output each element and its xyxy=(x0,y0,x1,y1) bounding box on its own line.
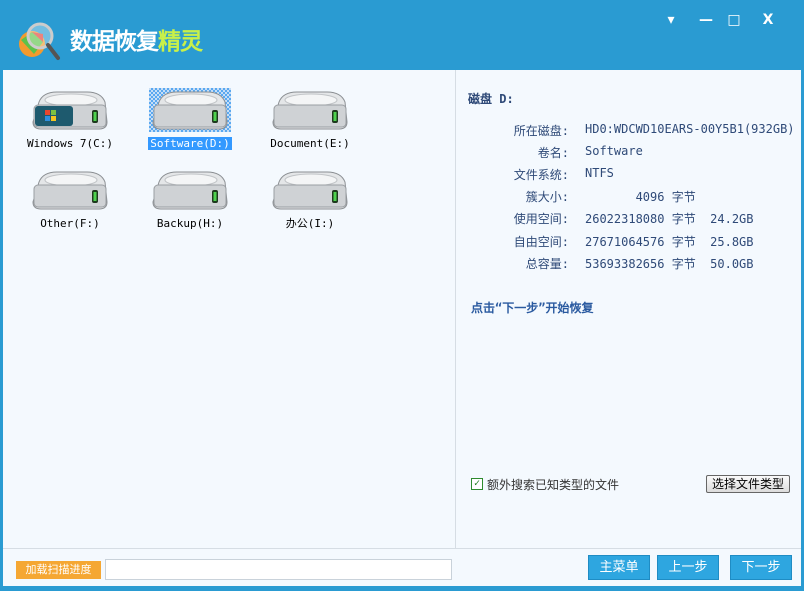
drive-list: Windows 7(C:) Software(D:) Document(E:) Oth… xyxy=(3,70,455,548)
drive-label: Software(D:) xyxy=(148,137,232,150)
drive-label: Other(F:) xyxy=(40,217,100,230)
app-title-main: 数据恢复 xyxy=(70,29,159,55)
prev-step-button[interactable]: 上一步 xyxy=(657,555,719,580)
hard-drive-icon xyxy=(29,88,111,132)
load-scan-progress-button[interactable]: 加载扫描进度 xyxy=(16,561,101,579)
drive-label: Windows 7(C:) xyxy=(26,137,114,150)
detail-value: 26022318080 字节 24.2GB xyxy=(585,212,754,226)
disk-header: 磁盘 D: xyxy=(468,92,514,106)
minimize-button[interactable]: — xyxy=(694,10,718,30)
detail-key: 文件系统: xyxy=(513,168,569,182)
drive-item[interactable]: Software(D:) xyxy=(135,88,245,158)
main-menu-button[interactable]: 主菜单 xyxy=(588,555,650,580)
drive-label: Document(E:) xyxy=(270,137,350,150)
hard-drive-icon xyxy=(149,168,231,212)
close-button[interactable]: X xyxy=(756,10,780,30)
drive-item[interactable]: Windows 7(C:) xyxy=(15,88,125,158)
scan-progress-field[interactable] xyxy=(105,559,452,580)
detail-key: 自由空间: xyxy=(513,235,569,249)
select-file-types-button[interactable]: 选择文件类型 xyxy=(706,475,790,493)
drive-item[interactable]: Other(F:) xyxy=(15,168,125,238)
detail-key: 簇大小: xyxy=(525,190,569,204)
detail-value: NTFS xyxy=(585,166,614,180)
detail-value: Software xyxy=(585,144,643,158)
hard-drive-icon xyxy=(29,168,111,212)
app-title: 数据恢复精灵 xyxy=(70,22,203,56)
drive-label: Backup(H:) xyxy=(156,217,224,230)
menu-dropdown-button[interactable]: ▾ xyxy=(659,10,683,30)
detail-value: HD0:WDCWD10EARS-00Y5B1(932GB) xyxy=(585,122,795,136)
app-logo-icon xyxy=(19,22,60,60)
hard-drive-icon xyxy=(269,88,351,132)
next-step-button[interactable]: 下一步 xyxy=(730,555,792,580)
detail-key: 总容量: xyxy=(525,257,569,271)
detail-key: 所在磁盘: xyxy=(513,124,569,138)
main-panel: Windows 7(C:) Software(D:) Document(E:) Oth… xyxy=(3,70,801,586)
detail-value: 27671064576 字节 25.8GB xyxy=(585,235,754,249)
extra-search-label: 额外搜索已知类型的文件 xyxy=(487,478,620,492)
recovery-hint: 点击“下一步”开始恢复 xyxy=(471,301,594,315)
detail-key: 卷名: xyxy=(537,146,569,160)
hard-drive-icon xyxy=(269,168,351,212)
drive-item[interactable]: Document(E:) xyxy=(255,88,365,158)
drive-label: 办公(I:) xyxy=(285,217,335,230)
drive-item[interactable]: 办公(I:) xyxy=(255,168,365,238)
app-title-accent: 精灵 xyxy=(158,29,203,55)
hard-drive-icon xyxy=(149,88,231,132)
detail-key: 使用空间: xyxy=(513,212,569,226)
drive-item[interactable]: Backup(H:) xyxy=(135,168,245,238)
detail-value: 4096 字节 xyxy=(585,190,696,204)
divider xyxy=(455,70,456,548)
title-bar: 数据恢复精灵 ▾ — □ X xyxy=(0,0,804,70)
maximize-button[interactable]: □ xyxy=(722,10,746,30)
detail-value: 53693382656 字节 50.0GB xyxy=(585,257,754,271)
divider xyxy=(3,548,801,549)
extra-search-checkbox[interactable]: ✓ xyxy=(471,478,483,490)
